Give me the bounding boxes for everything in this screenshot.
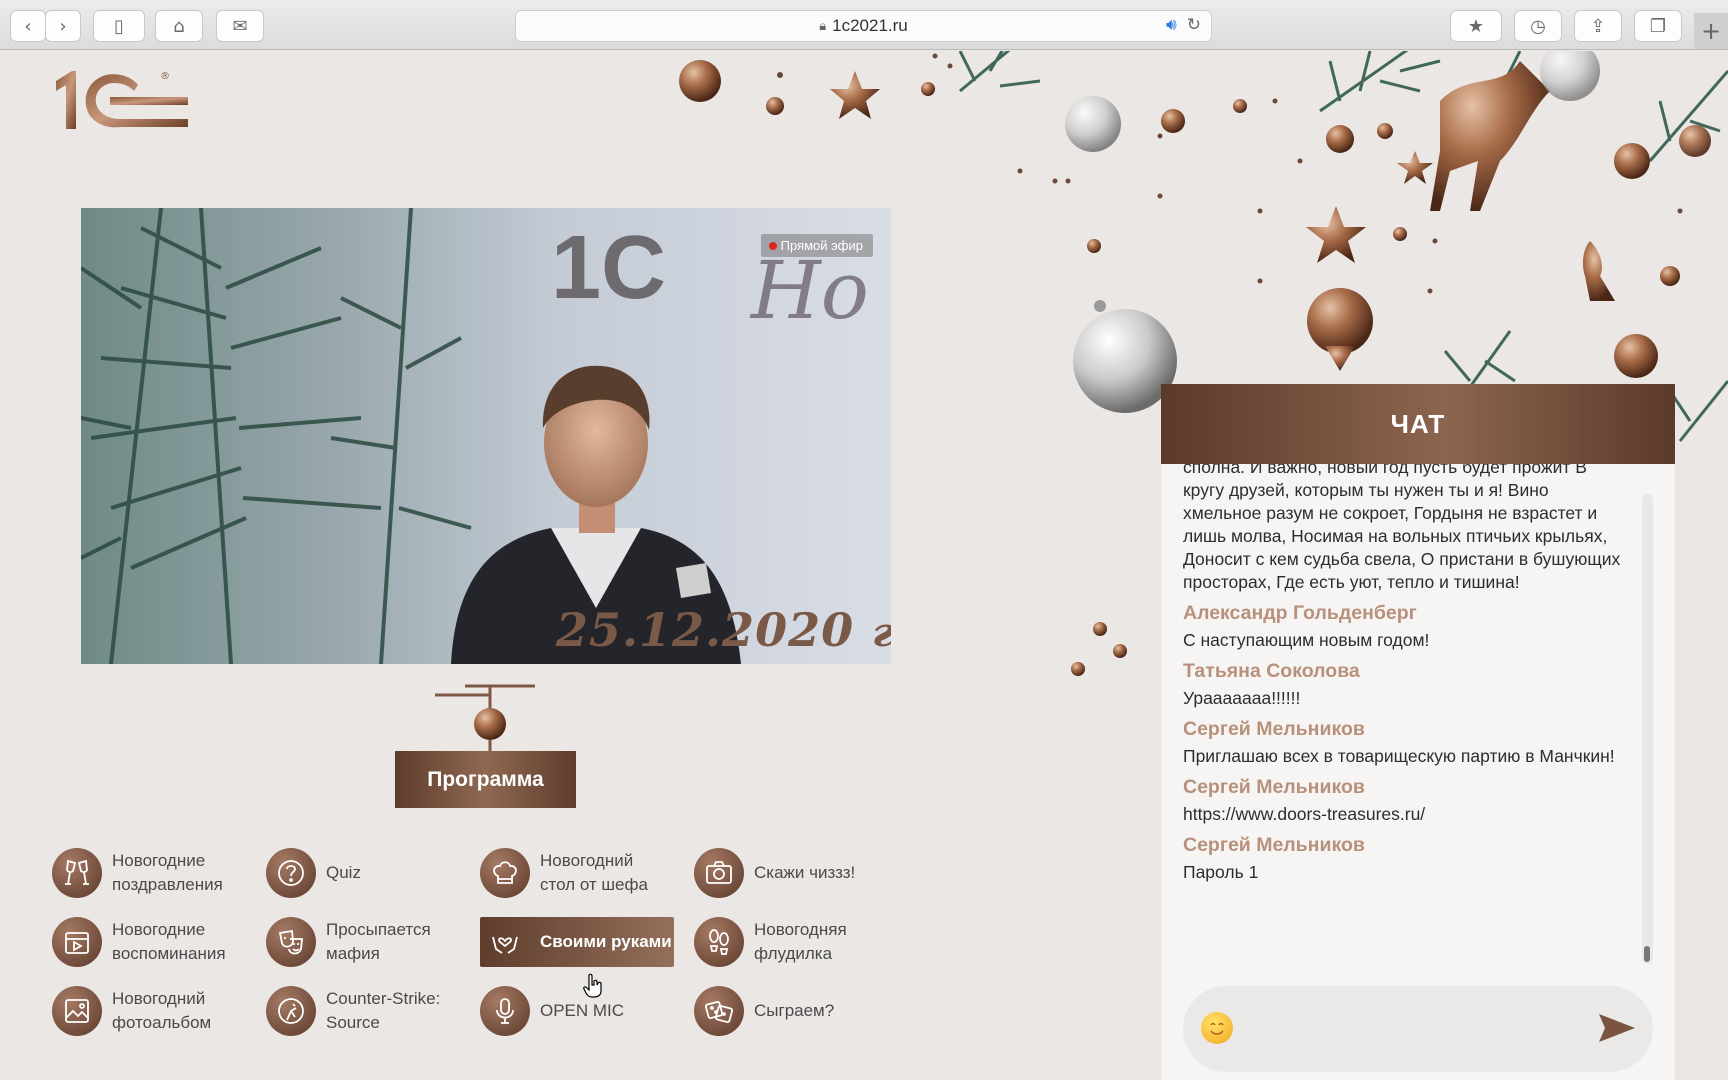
forward-icon[interactable]: › [45,10,81,42]
chat-message-author: Александр Гольденберг [1183,602,1417,624]
footprints-icon [694,917,744,967]
menu-item-play[interactable]: Сыграем? [694,986,834,1036]
menu-item-album[interactable]: Новогодний фотоальбом [52,986,211,1036]
chat-message-author: Сергей Мельников [1183,834,1365,856]
activity-menu: Новогодние поздравления Quiz Новогодний … [52,848,892,1048]
back-icon[interactable]: ‹ [10,10,46,42]
question-icon [266,848,316,898]
menu-item-quiz[interactable]: Quiz [266,848,361,898]
video-backdrop-text: Но [749,244,869,337]
live-dot-icon [768,241,777,250]
chat-message-link[interactable]: https://www.doors-treasures.ru/ [1183,803,1623,826]
emoji-icon[interactable] [1201,1012,1233,1044]
chat-messages[interactable]: сполна. И важно, новый год пусть будет п… [1183,464,1623,974]
chat-message-author: Татьяна Соколова [1183,660,1360,682]
chat-message-text: сполна. И важно, новый год пусть будет п… [1183,464,1621,592]
svg-text:1C: 1C [551,218,666,318]
menu-item-chef[interactable]: Новогодний стол от шефа [480,848,648,898]
menu-label: Скажи чиззз! [754,863,856,882]
microphone-icon [480,986,530,1036]
menu-item-flood[interactable]: Новогодняя флудилка [694,917,847,967]
menu-label: Counter-Strike: Source [326,989,441,1032]
program-ornament-icon [435,684,535,753]
menu-label: Новогодняя флудилка [754,920,847,963]
counter-strike-icon [266,986,316,1036]
chat-title: ЧАТ [1161,384,1675,464]
video-icon [52,917,102,967]
reload-icon[interactable]: ↻ [1187,15,1201,35]
champagne-glasses-icon [52,848,102,898]
image-icon [52,986,102,1036]
menu-item-memories[interactable]: Новогодние воспоминания [52,917,226,967]
menu-item-counter-strike[interactable]: Counter-Strike: Source [266,986,440,1036]
menu-label: Своими руками [540,932,672,951]
logo-1c[interactable]: ® [52,63,192,140]
chat-scrollbar-thumb[interactable] [1644,946,1650,962]
address-bar[interactable]: 🔒︎ 1c2021.ru 🔊︎ ↻ [515,10,1212,42]
history-icon[interactable]: ◷ [1514,10,1562,42]
chat-message-author: Сергей Мельников [1183,718,1365,740]
lock-icon: 🔒︎ [819,18,827,34]
browser-toolbar: ‹ › ▯ ⌂ ✉ 🔒︎ 1c2021.ru 🔊︎ ↻ ★ ◷ ⇪ ❐ + [0,0,1728,50]
tabs-icon[interactable]: ❐ [1634,10,1682,42]
chat-input[interactable] [1183,986,1653,1072]
mail-icon[interactable]: ✉ [216,10,264,42]
menu-item-mafia[interactable]: Просыпается мафия [266,917,431,967]
menu-label: Новогодний фотоальбом [112,989,212,1032]
menu-label: OPEN MIC [540,1001,625,1020]
svg-text:®: ® [160,71,170,82]
chat-panel: ЧАТ сполна. И важно, новый год пусть буд… [1161,384,1675,1080]
menu-label: Новогодние поздравления [112,851,223,894]
theater-masks-icon [266,917,316,967]
cursor-hand-icon [583,973,602,998]
chat-message-text: Урааааааа!!!!!! [1183,688,1301,708]
camera-icon [694,848,744,898]
video-date-suffix: год [872,609,891,656]
video-date-overlay: 25.12.2020 год [556,603,891,657]
program-section: Программа [395,681,580,811]
menu-label: Новогодние воспоминания [112,920,226,963]
video-date-text: 25.12.2020 [556,603,855,657]
page: ® 1C Но Прямой эфир 25.12.2020 Программа… [0,51,1728,1080]
url-text: 1c2021.ru [832,16,908,35]
video-frame: 1C Но [81,208,891,664]
menu-item-greetings[interactable]: Новогодние поздравления [52,848,223,898]
bookmarks-icon[interactable]: ★ [1450,10,1502,42]
menu-item-photo[interactable]: Скажи чиззз! [694,848,855,898]
menu-label: Сыграем? [754,1001,835,1020]
live-label: Прямой эфир [780,238,863,253]
send-icon[interactable] [1595,1008,1639,1053]
speaker-icon[interactable]: 🔊︎ [1166,15,1177,35]
dice-icon [694,986,744,1036]
menu-item-handmade[interactable]: Своими руками [480,917,674,967]
sidebar-icon[interactable]: ▯ [93,10,145,42]
hands-heart-icon [480,917,530,967]
program-button[interactable]: Программа [395,751,576,808]
home-icon[interactable]: ⌂ [155,10,203,42]
menu-label: Quiz [326,863,361,882]
chat-message-text: Приглашаю всех в товарищескую партию в М… [1183,746,1615,766]
chat-scrollbar[interactable] [1642,494,1653,964]
chef-hat-icon [480,848,530,898]
menu-label: Новогодний стол от шефа [540,851,648,894]
menu-label: Просыпается мафия [326,920,431,963]
video-player[interactable]: 1C Но Прямой эфир 25.12.2020 год [81,208,891,664]
chat-message-text: С наступающим новым годом! [1183,630,1430,650]
chat-message-text: Пароль 1 [1183,862,1259,882]
share-icon[interactable]: ⇪ [1574,10,1622,42]
logo-1c-icon: ® [56,71,188,129]
new-tab-icon[interactable]: + [1694,13,1728,49]
chat-message-author: Сергей Мельников [1183,776,1365,798]
live-badge: Прямой эфир [760,234,873,257]
